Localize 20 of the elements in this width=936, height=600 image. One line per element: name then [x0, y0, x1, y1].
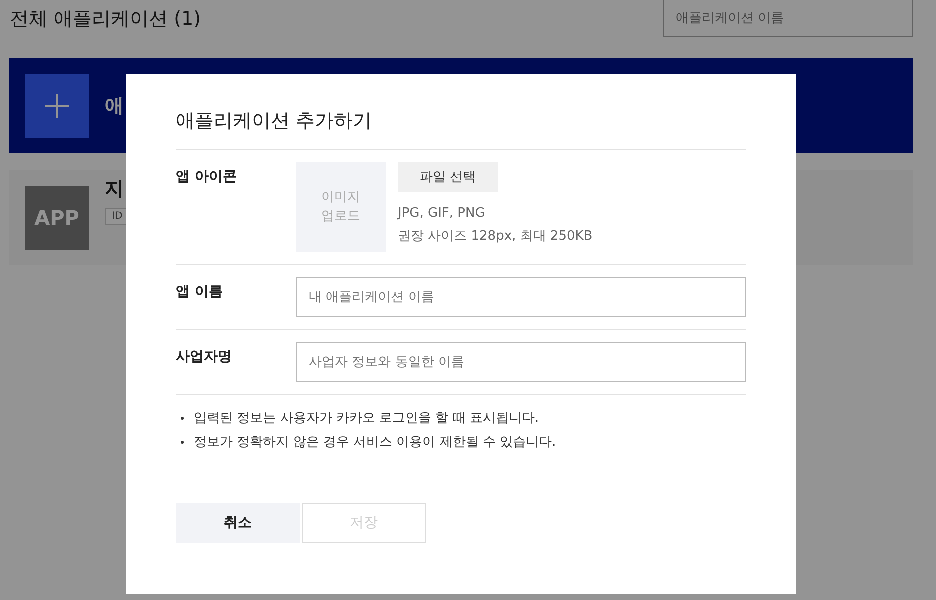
cancel-button[interactable]: 취소	[176, 503, 300, 543]
field-label: 앱 이름	[176, 283, 224, 302]
note-text: 정보가 정확하지 않은 경우 서비스 이용이 제한될 수 있습니다.	[194, 434, 556, 451]
hint-text: JPG, GIF, PNG	[398, 206, 486, 221]
app-icon: APP	[25, 186, 89, 250]
field-label: 사업자명	[176, 348, 233, 367]
input-field[interactable]: 내 애플리케이션 이름	[296, 277, 746, 317]
hint-text: 권장 사이즈 128px, 최대 250KB	[398, 228, 593, 245]
app-name: 지	[105, 177, 125, 202]
search-field[interactable]: 애플리케이션 이름	[663, 0, 913, 37]
add-card-label: 애	[105, 94, 124, 118]
note-text: 입력된 정보는 사용자가 카카오 로그인을 할 때 표시됩니다.	[194, 410, 540, 427]
bullet-icon	[181, 416, 184, 420]
file-select-button[interactable]: 파일 선택	[398, 162, 498, 192]
dialog-title: 애플리케이션 추가하기	[176, 108, 746, 150]
input-field[interactable]: 사업자 정보와 동일한 이름	[296, 342, 746, 382]
plus-icon	[25, 74, 89, 138]
bullet-icon	[181, 440, 184, 444]
field-label: 앱 아이콘	[176, 168, 238, 187]
page-title: 전체 애플리케이션 (1)	[10, 7, 201, 32]
